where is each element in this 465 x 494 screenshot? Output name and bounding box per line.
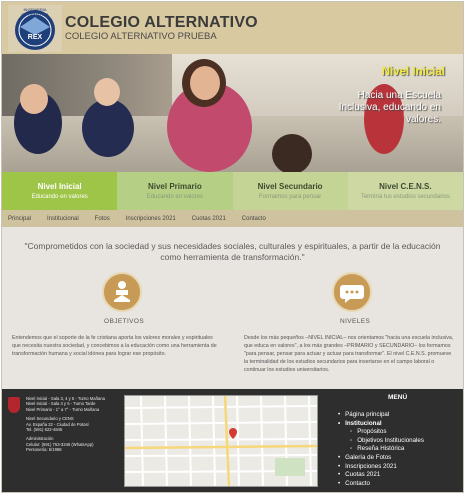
nav-inscripciones[interactable]: Inscripciones 2021 (126, 216, 176, 222)
reading-person-icon (114, 281, 130, 302)
logo-text-rex: REX (28, 34, 43, 41)
footer-menu: Página principal Institucional Propósito… (338, 411, 458, 488)
nav-principal[interactable]: Principal (8, 216, 31, 222)
menu-item-institucional[interactable]: Institucional (338, 420, 458, 429)
tab-sublabel: Educando en valores (146, 194, 204, 200)
location-map[interactable] (124, 395, 318, 487)
nav-cuotas[interactable]: Cuotas 2021 (192, 216, 226, 222)
mission-quote: "Comprometidos con la sociedad y sus nec… (24, 241, 441, 262)
main-nav: Principal Institucional Fotos Inscripcio… (2, 210, 463, 227)
menu-item-objetivos[interactable]: Objetivos Institucionales (338, 437, 458, 446)
hero-banner: Nivel Inicial Hacia una Escuela Inclusiv… (2, 54, 463, 172)
tab-sublabel: Formamos para pensar (258, 194, 322, 200)
main-content: "Comprometidos con la sociedad y sus nec… (2, 227, 463, 389)
hero-title: Nivel Inicial (381, 66, 445, 78)
footer-info: Nivel Inicial - Sala 3, 4 y 5 - Turno Ma… (26, 396, 121, 453)
nav-institucional[interactable]: Institucional (47, 216, 79, 222)
menu-item-resena[interactable]: Reseña Histórica (338, 445, 458, 454)
menu-item-propositos[interactable]: Propósitos (338, 428, 458, 437)
menu-item-galeria[interactable]: Galería de Fotos (338, 454, 458, 463)
objetivos-text: Entendemos que el soporte de la fe crist… (12, 335, 217, 357)
footer-admin-line: Personería: 5/1986 (26, 447, 62, 453)
tab-nivel-secundario[interactable]: Nivel Secundario Formamos para pensar (232, 172, 348, 210)
child-figure-3 (272, 134, 312, 172)
menu-item-cuotas[interactable]: Cuotas 2021 (338, 471, 458, 480)
tab-label: Nivel Secundario (257, 182, 323, 191)
niveles-icon-circle (332, 272, 372, 312)
footer-menu-title: MENÚ (388, 394, 408, 401)
tab-sublabel: Educando en valores (31, 194, 88, 200)
shield-icon (8, 397, 20, 413)
niveles-title: NIVELES (340, 318, 371, 325)
site-header: INGENIERIA INFORMATICA REX COLEGIO ALTER… (2, 2, 463, 54)
school-subtitle: COLEGIO ALTERNATIVO PRUEBA (65, 31, 217, 42)
site-footer: Nivel Inicial - Sala 3, 4 y 5 - Turno Ma… (2, 389, 463, 492)
nav-contacto[interactable]: Contacto (242, 216, 266, 222)
tab-nivel-inicial[interactable]: Nivel Inicial Educando en valores (2, 172, 118, 210)
page-frame: INGENIERIA INFORMATICA REX COLEGIO ALTER… (1, 1, 464, 493)
menu-item-inscripciones[interactable]: Inscripciones 2021 (338, 463, 458, 472)
tab-label: Nivel C.E.N.S. (379, 182, 432, 191)
teacher-face (190, 66, 220, 100)
niveles-text: Desde los más pequeños –NIVEL INICIAL– n… (244, 335, 454, 373)
child-figure-2 (82, 99, 134, 157)
child-face-2 (94, 78, 120, 106)
school-logo[interactable]: INGENIERIA INFORMATICA REX (8, 5, 62, 52)
objetivos-title: OBJETIVOS (104, 318, 145, 325)
tab-label: Nivel Primario (147, 182, 202, 191)
tab-label: Nivel Inicial (37, 182, 82, 191)
hero-slogan: Hacia una Escuela Inclusiva, educando en… (338, 90, 441, 125)
tab-nivel-cens[interactable]: Nivel C.E.N.S. Terminá tus estudios secu… (347, 172, 463, 210)
objetivos-icon-circle (102, 272, 142, 312)
school-title: COLEGIO ALTERNATIVO (65, 14, 258, 31)
tab-sublabel: Terminá tus estudios secundarios (360, 194, 450, 200)
tab-nivel-primario[interactable]: Nivel Primario Educando en valores (117, 172, 233, 210)
child-face-1 (20, 84, 48, 114)
map-graphic (125, 396, 317, 486)
speech-bubble-icon (340, 285, 364, 303)
nav-fotos[interactable]: Fotos (95, 216, 110, 222)
level-tabs: Nivel Inicial Educando en valores Nivel … (2, 172, 463, 210)
menu-item-pagina-principal[interactable]: Página principal (338, 411, 458, 420)
logo-text-sub: INFORMATICA (21, 12, 49, 17)
menu-item-contacto[interactable]: Contacto (338, 480, 458, 489)
